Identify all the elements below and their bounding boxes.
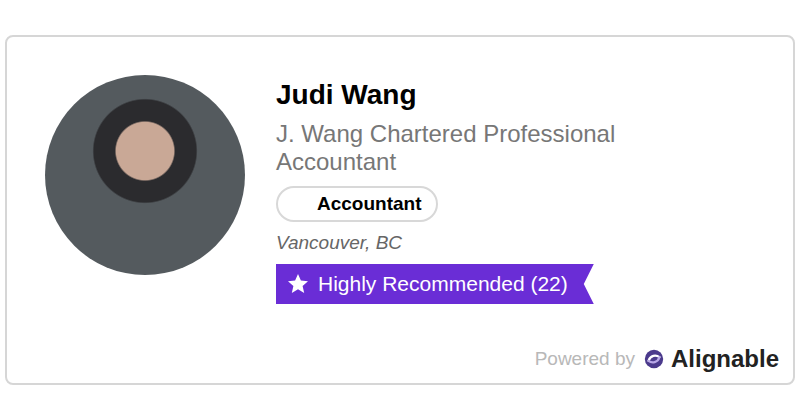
profile-card[interactable]: Judi Wang J. Wang Chartered Professional… [5,35,795,385]
brand-name: Alignable [671,345,779,373]
profile-name[interactable]: Judi Wang [276,78,417,112]
star-icon [286,272,310,296]
badge-label: Highly Recommended (22) [318,271,568,297]
profile-row: Judi Wang J. Wang Chartered Professional… [45,75,779,304]
company-name: J. Wang Chartered Professional Accountan… [276,120,696,176]
category-tag[interactable]: Accountant [276,186,438,222]
powered-by[interactable]: Powered by Alignable [45,345,779,373]
recommendation-badge: Highly Recommended (22) [276,264,594,304]
alignable-logo-icon [643,348,665,370]
location: Vancouver, BC [276,231,402,255]
category-label: Accountant [317,193,422,214]
profile-info: Judi Wang J. Wang Chartered Professional… [276,75,696,304]
powered-by-label: Powered by [535,348,635,370]
avatar-photo [45,75,245,275]
page: Judi Wang J. Wang Chartered Professional… [0,0,800,420]
